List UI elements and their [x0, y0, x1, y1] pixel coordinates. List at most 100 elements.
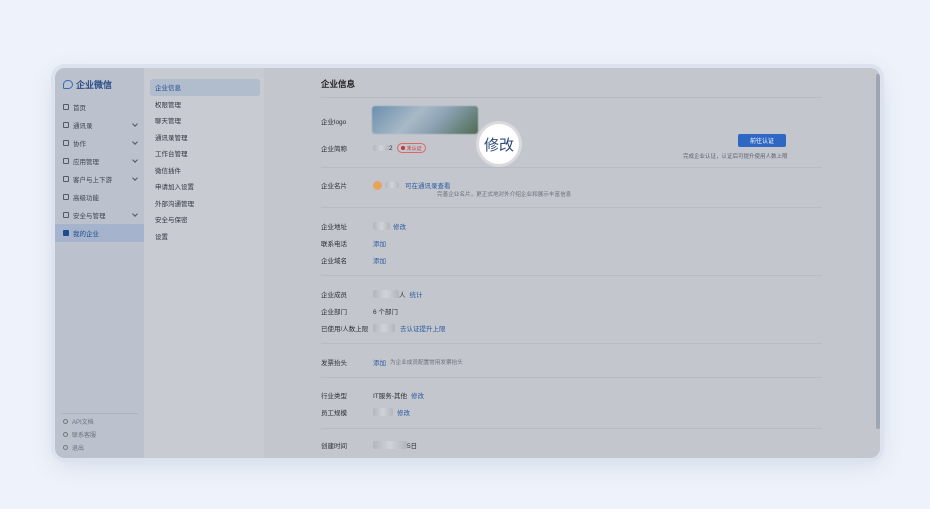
created-suffix: 5日 [407, 443, 418, 450]
unverified-badge-label: 未认证 [406, 145, 422, 152]
sidebar-item-7[interactable]: 我的企业 [55, 224, 144, 242]
short-name-suffix: 2 [389, 144, 393, 152]
subnav-item-8[interactable]: 安全与保密 [144, 211, 264, 228]
sub-navigation-list: 企业信息 权限管理 聊天管理 通讯录管理 工作台管理 微信插件 申请加入设置 外部沟通管理 安全… [144, 79, 264, 244]
depts-row: 企业部门 6 个部门 [321, 306, 398, 316]
subnav-item-1[interactable]: 权限管理 [144, 96, 264, 113]
sidebar-item-3[interactable]: 应用管理 [55, 152, 144, 170]
industry-value: IT服务-其他 [373, 393, 407, 400]
sidebar-bottom-item-1[interactable]: 联系客服 [63, 428, 96, 441]
scale-modify-link[interactable]: 修改 [397, 407, 410, 417]
subnav-item-5[interactable]: 微信插件 [144, 162, 264, 179]
subnav-item-3[interactable]: 通讯录管理 [144, 129, 264, 146]
divider [321, 275, 822, 276]
sidebar-item-label: 客户与上下游 [73, 177, 112, 184]
scrollbar[interactable] [876, 74, 880, 429]
phone-row: 联系电话 添加 [321, 238, 386, 248]
chevron-down-icon [132, 139, 138, 145]
app-logo[interactable]: 企业微信 [63, 78, 112, 91]
industry-label: 行业类型 [321, 393, 347, 400]
home-icon [63, 104, 69, 110]
subnav-item-0[interactable]: 企业信息 [150, 79, 260, 96]
sidebar-item-5[interactable]: 高级功能 [55, 188, 144, 206]
limit-upgrade-link[interactable]: 去认证提升上限 [400, 323, 446, 333]
verify-tip: 完成企业认证，认证后可提升使用人数上限 [683, 154, 788, 160]
wecom-logo-icon [63, 80, 73, 89]
address-label: 企业地址 [321, 224, 347, 231]
sidebar-item-2[interactable]: 协作 [55, 134, 144, 152]
limit-value [373, 324, 395, 332]
divider [321, 97, 822, 98]
scale-label: 员工规模 [321, 410, 347, 417]
phone-label: 联系电话 [321, 241, 347, 248]
created-row: 创建时间 5日 [321, 440, 417, 450]
sidebar-item-6[interactable]: 安全与管理 [55, 206, 144, 224]
industry-row: 行业类型 IT服务-其他 修改 [321, 390, 424, 400]
sidebar: 企业微信 首页通讯录协作应用管理客户与上下游 高级功能安全与管理我的企业 API文… [55, 68, 144, 458]
app-title: 企业微信 [76, 80, 113, 90]
subnav-item-4[interactable]: 工作台管理 [144, 145, 264, 162]
card-avatar-icon [373, 180, 382, 190]
company-icon [63, 230, 69, 236]
invoice-add-link[interactable]: 添加 [373, 357, 386, 367]
address-value [373, 222, 390, 230]
security-icon [63, 212, 69, 218]
limit-row: 已使用/人数上限 去认证提升上限 [321, 323, 446, 333]
members-label: 企业成员 [321, 292, 347, 299]
sidebar-bottom-item-0[interactable]: API文档 [63, 415, 96, 428]
sidebar-item-label: 高级功能 [73, 195, 99, 202]
short-name-value [373, 145, 389, 151]
domain-row: 企业域名 添加 [321, 255, 386, 265]
advanced-icon [63, 194, 69, 200]
warning-icon [400, 146, 405, 150]
sidebar-item-4[interactable]: 客户与上下游 [55, 170, 144, 188]
logo-label: 企业logo [321, 119, 347, 126]
sidebar-divider [61, 413, 138, 414]
logo-row: 企业logo [321, 116, 373, 126]
created-label: 创建时间 [321, 443, 347, 450]
sidebar-item-label: 首页 [73, 105, 86, 112]
card-row: 企业名片 可在通讯录查看 [321, 180, 451, 190]
card-link[interactable]: 可在通讯录查看 [405, 180, 451, 190]
divider [321, 377, 822, 378]
subnav-item-2[interactable]: 聊天管理 [144, 112, 264, 129]
apps-icon [63, 158, 69, 164]
modify-bubble[interactable]: 修改 [479, 124, 519, 164]
scale-row: 员工规模 修改 [321, 407, 410, 417]
chevron-down-icon [132, 175, 138, 181]
phone-add-link[interactable]: 添加 [373, 238, 386, 248]
subnav-item-9[interactable]: 设置 [144, 228, 264, 245]
card-desc-row: 完善企业名片，更正式地对外介绍企业和展示丰富信息 [437, 190, 571, 198]
company-logo-image[interactable] [372, 106, 478, 134]
subnav-item-7[interactable]: 外部沟通管理 [144, 195, 264, 212]
sidebar-item-label: 我的企业 [73, 231, 99, 238]
members-stats-link[interactable]: 统计 [410, 289, 423, 299]
sidebar-item-0[interactable]: 首页 [55, 98, 144, 116]
unverified-badge: 未认证 [396, 143, 426, 153]
card-label: 企业名片 [321, 183, 347, 190]
divider [321, 207, 822, 208]
chevron-down-icon [132, 211, 138, 217]
sidebar-item-label: 通讯录 [73, 123, 93, 130]
subnav-item-6[interactable]: 申请加入设置 [144, 178, 264, 195]
sidebar-bottom-label: 退出 [72, 446, 85, 452]
industry-modify-link[interactable]: 修改 [411, 390, 424, 400]
contacts-icon [63, 122, 69, 128]
app-window: 企业微信 首页通讯录协作应用管理客户与上下游 高级功能安全与管理我的企业 API文… [55, 68, 880, 458]
card-name-value [385, 182, 399, 188]
domain-add-link[interactable]: 添加 [373, 255, 386, 265]
sidebar-item-label: 安全与管理 [73, 213, 106, 220]
address-modify-link[interactable]: 修改 [393, 221, 406, 231]
sidebar-item-label: 协作 [73, 141, 86, 148]
sidebar-item-1[interactable]: 通讯录 [55, 116, 144, 134]
collab-icon [63, 140, 69, 146]
chevron-down-icon [132, 157, 138, 163]
invoice-description: 为企业成员配置常用发票抬头 [390, 360, 463, 366]
depts-value: 6 个部门 [373, 309, 398, 316]
divider [321, 343, 822, 344]
scale-value [373, 408, 393, 416]
sidebar-bottom-item-2[interactable]: 退出 [63, 441, 96, 454]
members-value [373, 290, 399, 298]
verify-button[interactable]: 前往认证 [738, 134, 786, 147]
logout-icon [63, 445, 68, 450]
